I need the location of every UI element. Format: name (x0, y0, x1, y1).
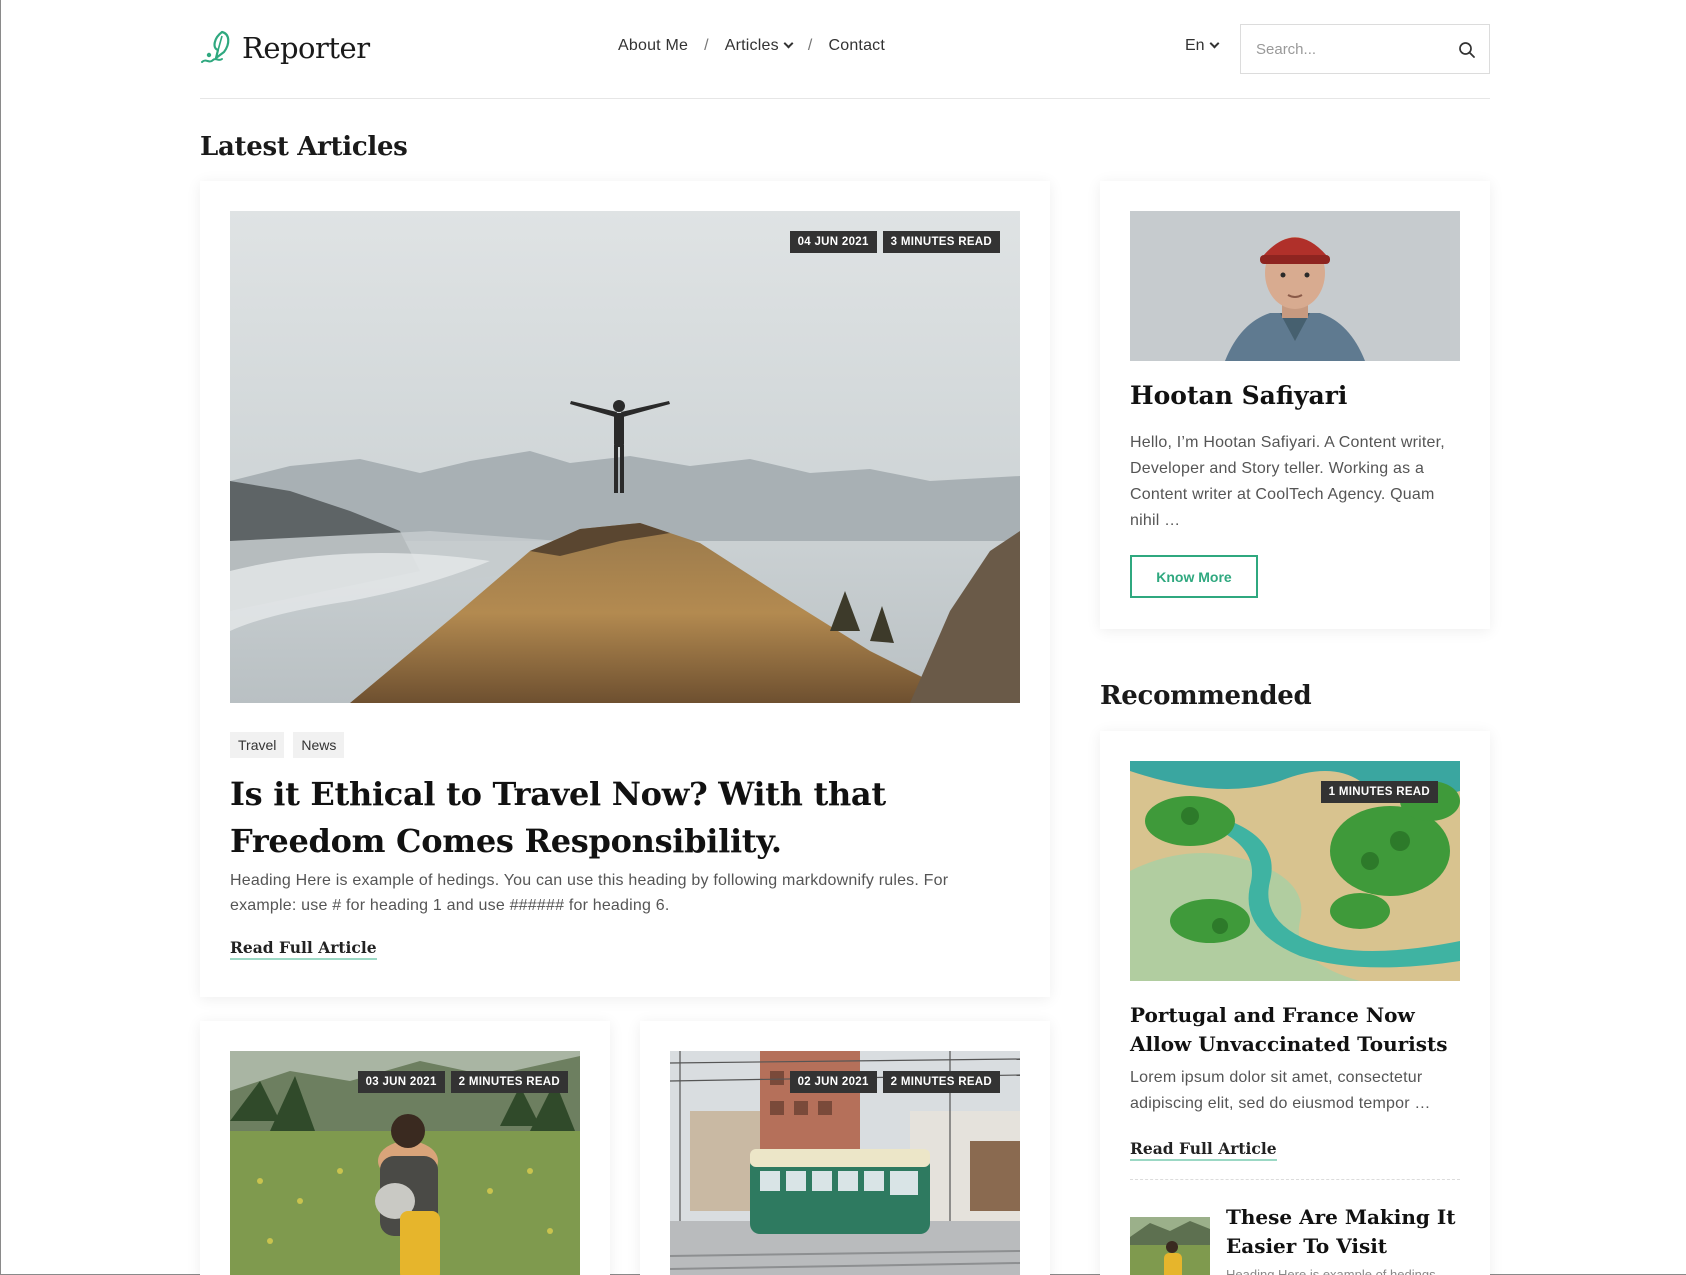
date-badge: 04 JUN 2021 (789, 231, 877, 253)
search-box (1240, 24, 1490, 74)
language-selector[interactable]: En (1185, 37, 1220, 55)
recommended-article-image[interactable]: 1 MINUTES READ (1130, 761, 1460, 981)
nav-articles-label: Articles (724, 37, 779, 54)
main-nav: About Me / Articles / Contact (618, 37, 885, 55)
recommended-article-description: Lorem ipsum dolor sit amet, consectetur … (1130, 1069, 1431, 1112)
site-header: Reporter About Me / Articles / Contact E… (200, 0, 1490, 99)
recommended-article-description: Heading Here is example of hedings. (1226, 1267, 1440, 1275)
recommended-article-title[interactable]: These Are Making It Easier To Visit (1226, 1203, 1456, 1261)
read-full-article-link[interactable]: Read Full Article (230, 938, 377, 960)
nav-contact[interactable]: Contact (828, 37, 885, 55)
featured-article-card: 04 JUN 2021 3 MINUTES READ Travel News I… (200, 181, 1050, 997)
article-meta-badges: 03 JUN 2021 2 MINUTES READ (357, 1071, 568, 1093)
read-time-badge: 2 MINUTES READ (450, 1071, 568, 1093)
featured-article-image[interactable]: 04 JUN 2021 3 MINUTES READ (230, 211, 1020, 703)
divider (1130, 1179, 1460, 1180)
featured-article-description: Heading Here is example of hedings. You … (230, 872, 949, 914)
nav-separator: / (807, 37, 813, 54)
author-bio: Hello, I’m Hootan Safiyari. A Content wr… (1130, 434, 1445, 529)
hiker-thumbnail-photo (1130, 1217, 1210, 1275)
featured-tags: Travel News (230, 732, 345, 758)
article-card: 02 JUN 2021 2 MINUTES READ (640, 1021, 1050, 1275)
nav-about-me[interactable]: About Me (618, 37, 688, 55)
mountain-peak-photo (230, 211, 1020, 703)
date-badge: 02 JUN 2021 (789, 1071, 877, 1093)
featured-article-title[interactable]: Is it Ethical to Travel Now? With that F… (230, 771, 970, 865)
recommended-thumbnail[interactable] (1130, 1217, 1210, 1275)
recommended-meta-badges: 1 MINUTES READ (1320, 781, 1438, 803)
article-image[interactable]: 02 JUN 2021 2 MINUTES READ (670, 1051, 1020, 1275)
read-time-badge: 3 MINUTES READ (882, 231, 1000, 253)
article-meta-badges: 02 JUN 2021 2 MINUTES READ (789, 1071, 1000, 1093)
tag-news[interactable]: News (293, 732, 345, 758)
chevron-down-icon (1209, 38, 1220, 48)
read-time-badge: 1 MINUTES READ (1320, 781, 1438, 803)
author-name: Hootan Safiyari (1130, 381, 1348, 410)
recommended-heading: Recommended (1100, 681, 1312, 711)
latest-articles-heading: Latest Articles (200, 132, 408, 162)
read-full-article-link[interactable]: Read Full Article (1130, 1139, 1277, 1161)
recommended-article-title[interactable]: Portugal and France Now Allow Unvaccinat… (1130, 1001, 1450, 1059)
search-icon[interactable] (1457, 40, 1477, 60)
recommended-card: 1 MINUTES READ Portugal and France Now A… (1100, 731, 1490, 1275)
site-logo[interactable]: Reporter (200, 28, 370, 68)
chevron-down-icon (783, 38, 794, 49)
know-more-button[interactable]: Know More (1130, 555, 1258, 598)
read-time-badge: 2 MINUTES READ (882, 1071, 1000, 1093)
search-input[interactable] (1241, 40, 1441, 58)
date-badge: 03 JUN 2021 (357, 1071, 445, 1093)
nav-articles-dropdown[interactable]: Articles (724, 37, 794, 55)
author-portrait-photo (1130, 211, 1460, 361)
nav-separator: / (704, 37, 709, 54)
logo-text: Reporter (242, 31, 370, 65)
language-label: En (1185, 37, 1205, 54)
author-card: Hootan Safiyari Hello, I’m Hootan Safiya… (1100, 181, 1490, 629)
article-image[interactable]: 03 JUN 2021 2 MINUTES READ (230, 1051, 580, 1275)
author-photo (1130, 211, 1460, 361)
tag-travel[interactable]: Travel (230, 732, 285, 758)
quill-logo-icon (201, 30, 230, 63)
article-card: 03 JUN 2021 2 MINUTES READ (200, 1021, 610, 1275)
window-left-edge (0, 0, 1, 1275)
featured-meta-badges: 04 JUN 2021 3 MINUTES READ (789, 231, 1000, 253)
